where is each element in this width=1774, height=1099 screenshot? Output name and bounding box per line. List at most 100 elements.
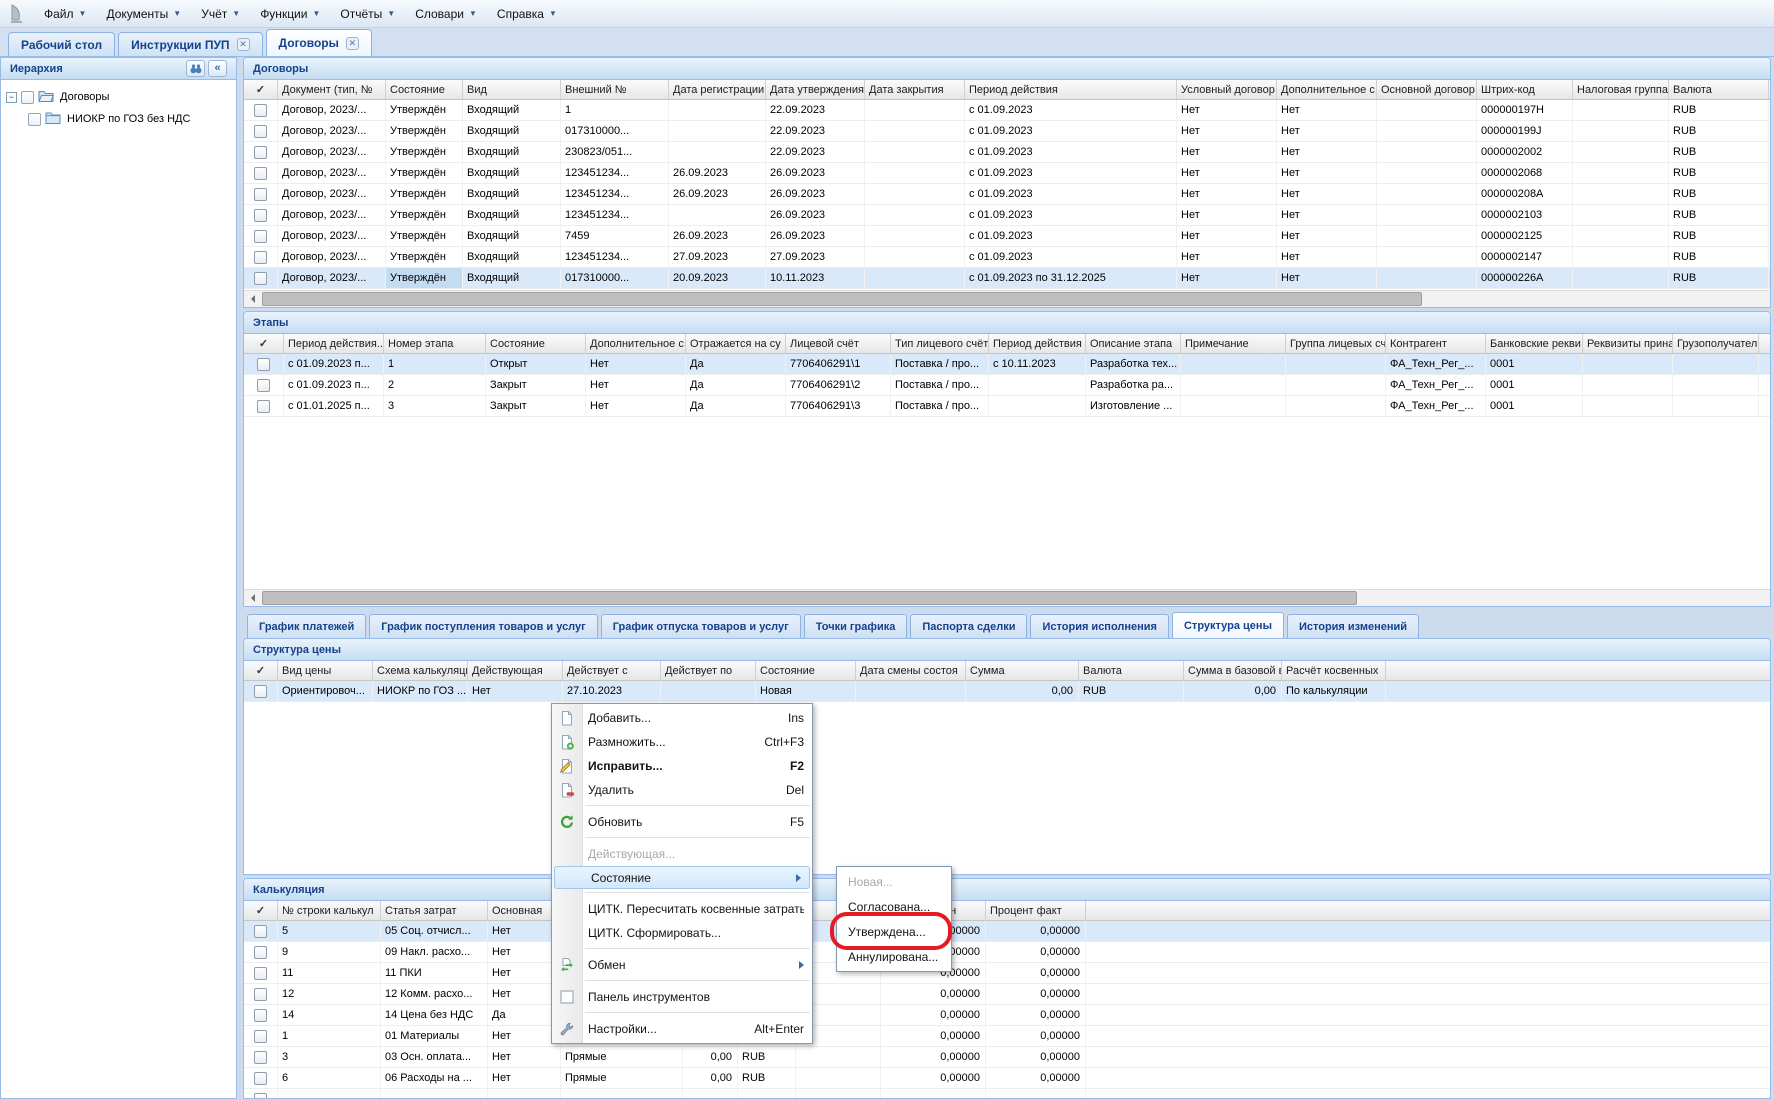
close-tab-icon[interactable]: ✕ [346,37,359,50]
column-header[interactable]: Дополнительное с [586,334,686,353]
column-header[interactable]: Группа лицевых сч [1286,334,1386,353]
detail-tab[interactable]: История исполнения [1030,614,1169,638]
detail-tab[interactable]: Точки графика [804,614,908,638]
window-tab[interactable]: Договоры✕ [266,29,372,56]
tree-checkbox[interactable] [28,113,41,126]
menu-item[interactable]: Исправить...F2 [552,754,812,778]
table-row[interactable]: Договор, 2023/...УтверждёнВходящий123451… [244,184,1770,205]
column-header[interactable]: Внешний № [561,80,669,99]
select-all-column-header[interactable]: ✓ [244,661,278,680]
menu-item[interactable]: Аннулирована... [837,944,951,969]
column-header[interactable]: Отражается на су [686,334,786,353]
row-checkbox[interactable] [254,272,267,285]
detail-tab[interactable]: График поступления товаров и услуг [369,614,597,638]
table-row[interactable]: Ориентировоч...НИОКР по ГОЗ ...Нет27.10.… [244,681,1770,702]
collapse-node-icon[interactable]: − [6,92,17,103]
menubar-item[interactable]: Функции▼ [250,3,330,25]
column-header[interactable]: Валюта [1669,80,1769,99]
row-checkbox[interactable] [254,125,267,138]
row-checkbox[interactable] [254,1093,267,1099]
row-checkbox[interactable] [254,146,267,159]
detail-tab[interactable]: Паспорта сделки [910,614,1027,638]
row-checkbox[interactable] [254,188,267,201]
menu-item[interactable]: Настройки...Alt+Enter [552,1017,812,1041]
menu-item[interactable]: Утверждена... [837,919,951,944]
select-all-column-header[interactable]: ✓ [244,80,278,99]
menu-item[interactable]: Добавить...Ins [552,706,812,730]
menu-item[interactable]: Размножить...Ctrl+F3 [552,730,812,754]
table-row[interactable]: 909 Накл. расхо...Нет0,000000,00000 [244,942,1770,963]
select-all-column-header[interactable]: ✓ [244,901,278,920]
menubar-item[interactable]: Документы▼ [96,3,191,25]
column-header[interactable]: Штрих-код [1477,80,1573,99]
table-row[interactable]: Договор, 2023/...УтверждёнВходящий745926… [244,226,1770,247]
window-tab[interactable]: Рабочий стол [8,32,115,56]
menu-item[interactable]: Обмен [552,953,812,977]
stages-hscrollbar[interactable] [244,589,1770,606]
table-row[interactable]: Договор, 2023/...УтверждёнВходящий123451… [244,247,1770,268]
detail-tab[interactable]: Структура цены [1172,612,1284,638]
table-row[interactable]: Договор, 2023/...УтверждёнВходящий123451… [244,163,1770,184]
table-row[interactable]: Договор, 2023/...УтверждёнВходящий122.09… [244,100,1770,121]
menubar-item[interactable]: Справка▼ [487,3,567,25]
column-header[interactable]: Действует по [661,661,756,680]
row-checkbox[interactable] [254,104,267,117]
table-row[interactable]: Договор, 2023/...УтверждёнВходящий017310… [244,268,1770,289]
table-row[interactable]: с 01.01.2025 п...3ЗакрытНетДа7706406291\… [244,396,1770,417]
row-checkbox[interactable] [254,1030,267,1043]
select-all-column-header[interactable]: ✓ [244,334,284,353]
column-header[interactable]: Примечание [1181,334,1286,353]
table-row[interactable]: 1111 ПКИНет0,000000,00000 [244,963,1770,984]
table-row[interactable]: с 01.09.2023 п...1ОткрытНетДа7706406291\… [244,354,1770,375]
column-header[interactable]: Сумма [966,661,1079,680]
table-row[interactable] [244,1089,1770,1099]
tree-node-contracts[interactable]: − Договоры [1,86,236,108]
menu-item[interactable]: Панель инструментов [552,985,812,1009]
column-header[interactable]: Состояние [486,334,586,353]
column-header[interactable]: Основной договор [1377,80,1477,99]
column-header[interactable]: Период действия [965,80,1177,99]
column-header[interactable]: Условный договор [1177,80,1277,99]
collapse-panel-icon[interactable]: « [208,60,227,77]
row-checkbox[interactable] [254,685,267,698]
row-checkbox[interactable] [254,1051,267,1064]
column-header[interactable]: Действует с [563,661,661,680]
menu-item[interactable]: ЦИТК. Пересчитать косвенные затраты... [552,897,812,921]
column-header[interactable]: Процент факт [986,901,1086,920]
column-header[interactable]: Грузополучатель [1673,334,1759,353]
scrollbar-thumb[interactable] [262,591,1357,605]
menubar-item[interactable]: Словари▼ [405,3,487,25]
column-header[interactable]: Действующая [468,661,563,680]
table-row[interactable]: 505 Соц. отчисл...Нет0,000000,00000 [244,921,1770,942]
table-row[interactable]: 1414 Цена без НДСДа0,000000,00000 [244,1005,1770,1026]
tree-checkbox[interactable] [21,91,34,104]
menu-item[interactable]: Согласована... [837,894,951,919]
column-header[interactable]: Валюта [1079,661,1184,680]
row-checkbox[interactable] [254,967,267,980]
menubar-item[interactable]: Отчёты▼ [330,3,405,25]
row-checkbox[interactable] [254,925,267,938]
column-header[interactable]: № строки калькул [278,901,381,920]
column-header[interactable]: Дата закрытия [865,80,965,99]
column-header[interactable]: Документ (тип, № [278,80,386,99]
scroll-left-arrow-icon[interactable] [244,291,261,307]
column-header[interactable]: Дата утверждения [766,80,865,99]
menu-item[interactable]: УдалитьDel [552,778,812,802]
table-row[interactable]: 303 Осн. оплата...НетПрямые0,00RUB0,0000… [244,1047,1770,1068]
column-header[interactable]: Контрагент [1386,334,1486,353]
row-checkbox[interactable] [254,946,267,959]
row-checkbox[interactable] [254,251,267,264]
column-header[interactable]: Реквизиты принад [1583,334,1673,353]
menubar-item[interactable]: Файл▼ [34,3,96,25]
table-row[interactable]: Договор, 2023/...УтверждёнВходящий017310… [244,121,1770,142]
column-header[interactable]: Статья затрат [381,901,488,920]
close-tab-icon[interactable]: ✕ [237,38,250,51]
detail-tab[interactable]: История изменений [1287,614,1419,638]
column-header[interactable]: Вид [463,80,561,99]
column-header[interactable]: Тип лицевого счёт [891,334,989,353]
row-checkbox[interactable] [257,358,270,371]
search-icon[interactable] [186,60,205,77]
contracts-hscrollbar[interactable] [244,290,1770,307]
column-header[interactable]: Расчёт косвенных [1282,661,1386,680]
row-checkbox[interactable] [254,167,267,180]
